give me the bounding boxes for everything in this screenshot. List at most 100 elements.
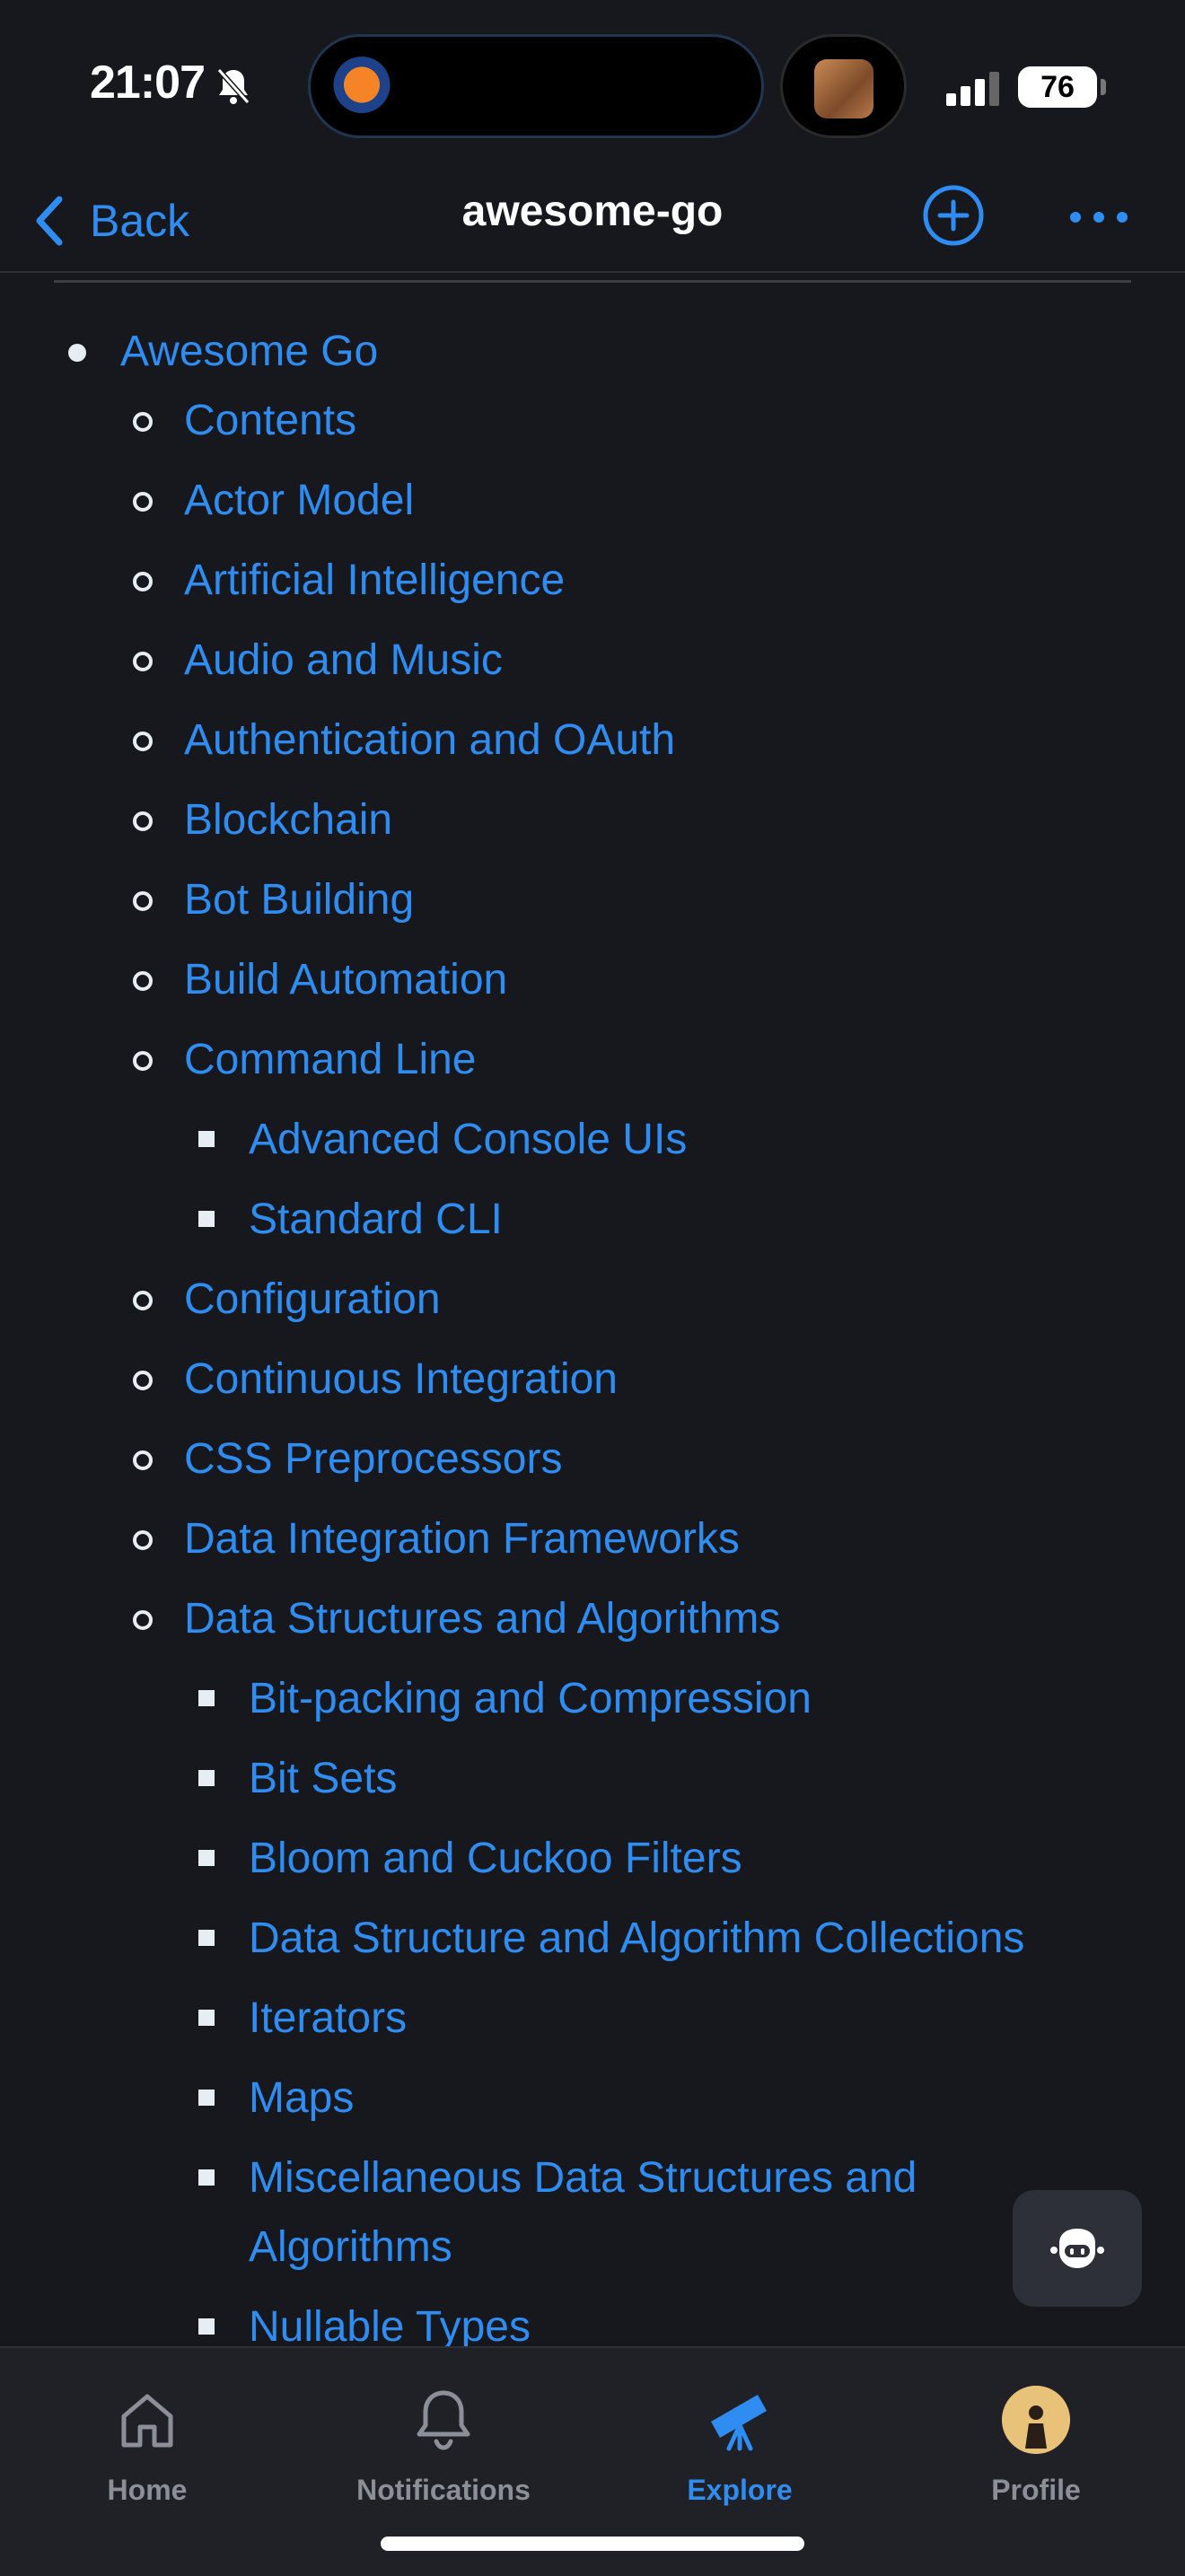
toc-link[interactable]: Artificial Intelligence	[184, 556, 565, 605]
list-item: Configuration	[184, 1264, 441, 1334]
list-bullet	[133, 891, 153, 911]
toc-link[interactable]: Bit Sets	[249, 1754, 397, 1803]
list-bullet	[198, 2090, 215, 2106]
avatar	[1002, 2386, 1070, 2454]
list-item: CSS Preprocessors	[184, 1424, 562, 1494]
list-bullet	[198, 1850, 215, 1866]
list-bullet	[133, 1610, 153, 1630]
tab-home[interactable]: Home	[40, 2368, 255, 2511]
back-button[interactable]: Back	[32, 183, 189, 258]
list-item: Maps	[249, 2063, 354, 2133]
list-bullet	[198, 2169, 215, 2186]
list-item: Iterators	[249, 1983, 407, 2053]
navigation-bar: Back awesome-go	[0, 171, 1185, 273]
toc-link[interactable]: Build Automation	[184, 955, 507, 1004]
list-bullet	[133, 492, 153, 512]
battery-indicator: 76	[1018, 66, 1097, 108]
list-item: Algorithms	[249, 2212, 452, 2282]
list-item: Bit-packing and Compression	[249, 1663, 812, 1733]
toc-link[interactable]: Actor Model	[184, 476, 414, 525]
status-time: 21:07	[90, 57, 206, 109]
toc-link[interactable]: Standard CLI	[249, 1195, 503, 1244]
tab-profile[interactable]: Profile	[928, 2368, 1144, 2511]
list-item: Data Integration Frameworks	[184, 1503, 740, 1573]
toc-link[interactable]: Blockchain	[184, 795, 392, 845]
list-bullet	[133, 1450, 153, 1470]
toc-link[interactable]: Bloom and Cuckoo Filters	[249, 1834, 742, 1883]
list-bullet	[133, 732, 153, 751]
list-bullet	[198, 2010, 215, 2026]
toc-link[interactable]: Command Line	[184, 1035, 477, 1084]
bell-icon	[417, 2390, 470, 2450]
toc-root-item: Awesome Go	[120, 316, 378, 386]
cellular-signal-icon	[946, 70, 1000, 106]
add-circle-button[interactable]	[921, 183, 986, 248]
tab-notifications-label: Notifications	[356, 2474, 531, 2506]
list-item: Bot Building	[184, 864, 414, 934]
list-item: Build Automation	[184, 944, 507, 1014]
list-item: Artificial Intelligence	[184, 545, 565, 615]
list-bullet	[133, 572, 153, 591]
list-item: Nullable Types	[249, 2291, 531, 2347]
tab-explore[interactable]: Explore	[632, 2368, 847, 2511]
tab-notifications[interactable]: Notifications	[336, 2368, 551, 2511]
toc-link-awesome-go[interactable]: Awesome Go	[120, 327, 378, 376]
toc-link[interactable]: Nullable Types	[249, 2302, 531, 2347]
list-bullet	[133, 652, 153, 671]
toc-link[interactable]: Data Integration Frameworks	[184, 1514, 740, 1564]
dynamic-island	[308, 34, 764, 138]
list-bullet	[198, 1770, 215, 1786]
home-indicator	[381, 2537, 804, 2551]
toc-link[interactable]: Iterators	[249, 1993, 407, 2043]
list-bullet	[68, 344, 86, 362]
list-bullet	[133, 1291, 153, 1310]
list-bullet	[133, 1371, 153, 1390]
toc-link[interactable]: Advanced Console UIs	[249, 1115, 687, 1164]
tab-home-label: Home	[107, 2474, 188, 2506]
toc-link[interactable]: Algorithms	[249, 2222, 452, 2272]
list-bullet	[198, 1690, 215, 1706]
list-item: Command Line	[184, 1024, 477, 1094]
battery-tip	[1101, 79, 1106, 95]
bell-slash-icon	[216, 68, 250, 104]
battery-level: 76	[1040, 69, 1075, 104]
list-bullet	[133, 412, 153, 432]
knicks-logo-icon	[330, 57, 393, 119]
list-item: Advanced Console UIs	[249, 1104, 687, 1174]
toc-link[interactable]: Bot Building	[184, 875, 414, 924]
toc-link[interactable]: Authentication and OAuth	[184, 715, 675, 765]
list-bullet	[198, 1211, 215, 1227]
list-item: Audio and Music	[184, 625, 503, 695]
telescope-icon	[711, 2395, 767, 2451]
list-bullet	[133, 971, 153, 991]
list-item: Miscellaneous Data Structures and	[249, 2142, 917, 2212]
tab-profile-label: Profile	[991, 2474, 1081, 2506]
list-bullet	[198, 2318, 215, 2335]
more-options-button[interactable]	[1066, 190, 1131, 244]
back-label: Back	[90, 196, 190, 246]
list-bullet	[133, 1530, 153, 1550]
toc-link[interactable]: CSS Preprocessors	[184, 1434, 562, 1484]
list-item: Bloom and Cuckoo Filters	[249, 1823, 742, 1893]
list-item: Standard CLI	[249, 1184, 503, 1254]
toc-link[interactable]: Data Structure and Algorithm Collections	[249, 1914, 1024, 1963]
divider	[54, 280, 1131, 283]
tab-explore-label: Explore	[687, 2474, 793, 2506]
copilot-button[interactable]	[1013, 2190, 1142, 2307]
list-bullet	[133, 1051, 153, 1071]
list-bullet	[133, 811, 153, 831]
copilot-icon	[1050, 2229, 1104, 2268]
list-bullet	[198, 1131, 215, 1147]
toc-link[interactable]: Miscellaneous Data Structures and	[249, 2153, 917, 2203]
toc-link[interactable]: Contents	[184, 396, 356, 445]
now-playing-island	[780, 34, 907, 138]
toc-link[interactable]: Audio and Music	[184, 635, 503, 685]
toc-link[interactable]: Configuration	[184, 1275, 441, 1324]
album-art-icon	[814, 59, 873, 118]
list-item: Data Structures and Algorithms	[184, 1583, 780, 1653]
toc-link[interactable]: Continuous Integration	[184, 1354, 618, 1404]
toc-link[interactable]: Maps	[249, 2073, 354, 2123]
toc-link[interactable]: Bit-packing and Compression	[249, 1674, 812, 1723]
list-bullet	[198, 1930, 215, 1946]
toc-link[interactable]: Data Structures and Algorithms	[184, 1594, 780, 1643]
